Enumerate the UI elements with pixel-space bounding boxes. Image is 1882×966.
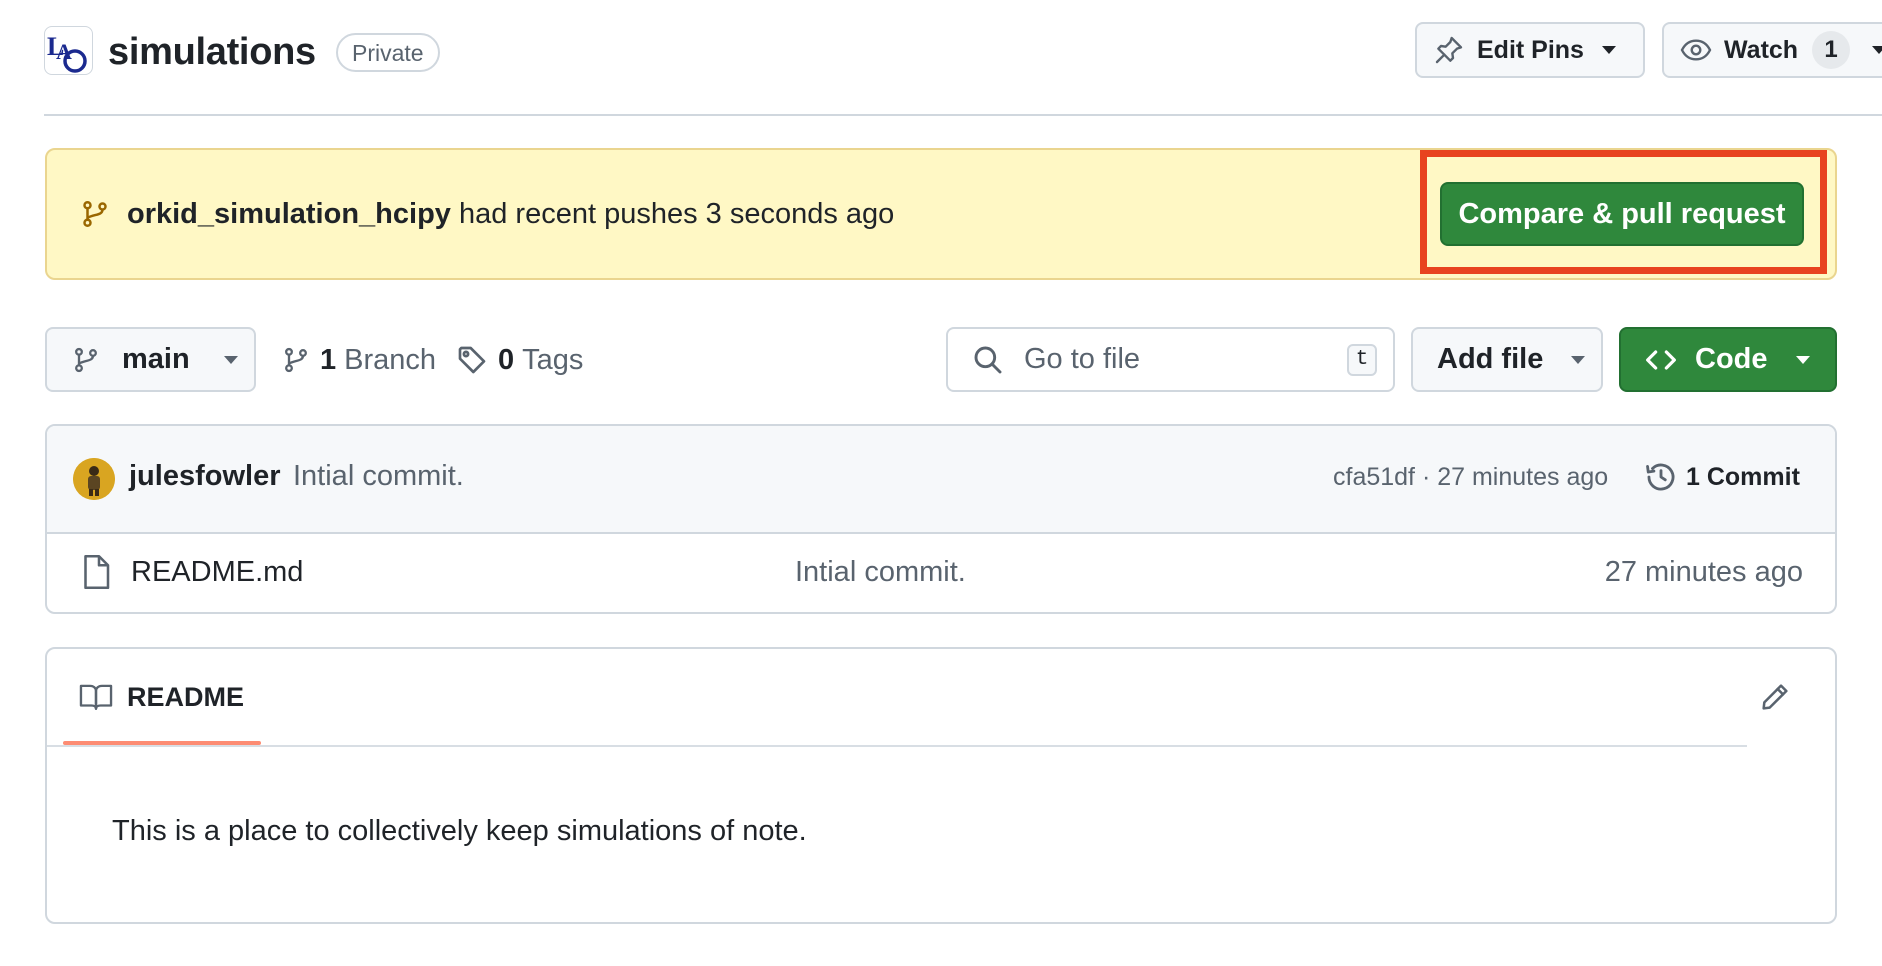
chevron-down-icon — [223, 355, 238, 364]
code-button[interactable]: Code — [1619, 327, 1837, 392]
commit-history-link[interactable]: 1 Commit — [1644, 456, 1800, 498]
latest-commit-row: julesfowler Intial commit. cfa51df · 27 … — [47, 426, 1835, 534]
compare-pull-request-button[interactable]: Compare & pull request — [1440, 182, 1804, 246]
tag-icon — [456, 344, 488, 376]
file-commit-message[interactable]: Intial commit. — [795, 556, 966, 589]
chevron-down-icon — [1571, 355, 1586, 364]
chevron-down-icon — [1872, 46, 1882, 54]
pin-icon — [1433, 34, 1465, 66]
file-updated-time: 27 minutes ago — [1604, 556, 1803, 588]
branch-select-button[interactable]: main — [45, 327, 256, 392]
code-label: Code — [1695, 343, 1768, 375]
branch-count: 1 — [320, 343, 337, 376]
watch-count: 1 — [1812, 31, 1851, 69]
branches-link[interactable]: 1 Branch — [282, 340, 436, 380]
pencil-icon[interactable] — [1759, 681, 1791, 713]
commit-hash-time[interactable]: cfa51df · 27 minutes ago — [1333, 463, 1608, 492]
tag-count: 0 — [498, 343, 515, 376]
branch-name: main — [122, 343, 190, 375]
header-divider — [44, 114, 1882, 116]
tag-count-label: Tags — [522, 343, 584, 376]
branch-icon — [80, 198, 110, 230]
banner-message-text: had recent pushes 3 seconds ago — [458, 198, 895, 230]
search-icon — [972, 344, 1004, 376]
table-row[interactable]: README.md Intial commit. 27 minutes ago — [47, 532, 1835, 612]
go-to-file-search[interactable]: t — [946, 327, 1395, 392]
code-icon — [1645, 344, 1677, 376]
banner-message: orkid_simulation_hcipy had recent pushes… — [127, 196, 894, 232]
chevron-down-icon — [1795, 355, 1810, 364]
go-to-file-input[interactable] — [1022, 342, 1336, 377]
avatar[interactable] — [73, 458, 115, 500]
watch-button[interactable]: Watch 1 — [1662, 22, 1882, 78]
chevron-down-icon — [1601, 46, 1616, 54]
watch-label: Watch — [1724, 35, 1799, 64]
add-file-button[interactable]: Add file — [1411, 327, 1603, 392]
add-file-label: Add file — [1437, 343, 1544, 375]
readme-panel: README This is a place to collectively k… — [45, 647, 1837, 924]
visibility-badge: Private — [336, 33, 440, 72]
file-icon — [81, 554, 111, 590]
readme-content: This is a place to collectively keep sim… — [112, 815, 807, 847]
tags-link[interactable]: 0 Tags — [456, 340, 583, 380]
commit-message[interactable]: Intial commit. — [293, 460, 464, 493]
edit-pins-label: Edit Pins — [1477, 35, 1584, 64]
keyboard-shortcut-hint: t — [1347, 344, 1377, 376]
file-table: julesfowler Intial commit. cfa51df · 27 … — [45, 424, 1837, 614]
banner-branch-link[interactable]: orkid_simulation_hcipy — [127, 198, 451, 230]
edit-pins-button[interactable]: Edit Pins — [1415, 22, 1645, 78]
history-icon — [1644, 460, 1678, 494]
repo-avatar[interactable]: L A — [44, 26, 93, 75]
book-icon — [79, 682, 113, 712]
repo-name[interactable]: simulations — [108, 26, 316, 78]
file-name[interactable]: README.md — [131, 556, 303, 589]
branch-count-label: Branch — [344, 343, 437, 376]
readme-tab-label: README — [127, 681, 245, 712]
tab-readme[interactable]: README — [63, 649, 261, 745]
readme-divider — [47, 745, 1747, 747]
branch-icon — [282, 344, 310, 376]
branch-icon — [72, 344, 100, 376]
commit-author[interactable]: julesfowler — [129, 460, 281, 493]
eye-icon — [1680, 34, 1712, 66]
commit-count-label: 1 Commit — [1686, 462, 1800, 491]
